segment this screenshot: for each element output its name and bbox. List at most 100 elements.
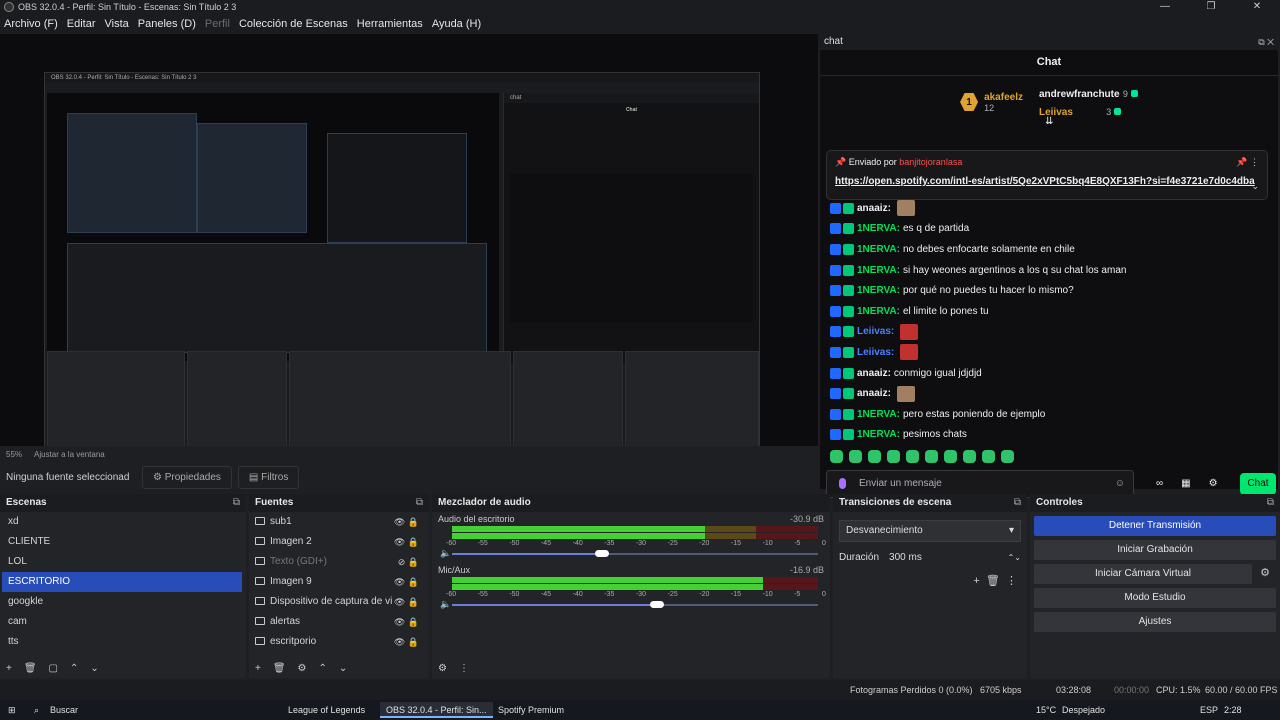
- chat-username[interactable]: 1NERVA:: [857, 429, 900, 440]
- source-item[interactable]: Texto (GDI+) ⊘ 🔒: [249, 552, 429, 572]
- visibility-lock-icons[interactable]: 👁 🔒: [394, 532, 419, 552]
- start-recording-button[interactable]: Iniciar Grabación: [1034, 540, 1276, 560]
- store-icon[interactable]: ▦: [1181, 478, 1190, 489]
- chat-username[interactable]: 1NERVA:: [857, 285, 900, 296]
- program-preview[interactable]: OBS 32.0.4 - Perfil: Sin Título - Escena…: [0, 34, 818, 478]
- properties-button[interactable]: ⚙ Propiedades: [142, 465, 232, 489]
- menu-editar[interactable]: Editar: [67, 18, 96, 30]
- visibility-lock-icons[interactable]: 👁 🔒: [394, 572, 419, 592]
- add-icon[interactable]: +: [255, 663, 261, 674]
- stop-stream-button[interactable]: Detener Transmisión: [1034, 516, 1276, 536]
- chat-username[interactable]: Leiivas:: [857, 347, 894, 358]
- source-item[interactable]: Dispositivo de captura de vi 👁 🔒: [249, 592, 429, 612]
- menu-perfil[interactable]: Perfil: [205, 18, 230, 30]
- gear-icon[interactable]: ⚙: [1260, 566, 1270, 579]
- weather-temp[interactable]: 15°C: [1036, 705, 1056, 715]
- taskbar-app-spotify[interactable]: Spotify Premium: [492, 702, 570, 718]
- dock-float-icon[interactable]: ⧉: [1267, 494, 1274, 512]
- emote-icon[interactable]: [963, 450, 976, 463]
- source-item[interactable]: alertas 👁 🔒: [249, 612, 429, 632]
- chat-username[interactable]: 1NERVA:: [857, 409, 900, 420]
- scene-item[interactable]: LOL: [2, 552, 242, 572]
- chat-send-button[interactable]: Chat: [1240, 473, 1276, 495]
- dock-float-icon[interactable]: ⧉: [1014, 494, 1021, 512]
- maximize-button[interactable]: ❐: [1188, 0, 1234, 14]
- scene-item-selected[interactable]: ESCRITORIO: [2, 572, 242, 592]
- collapse-icon[interactable]: ⇊: [1045, 116, 1053, 127]
- volume-slider[interactable]: [452, 550, 818, 557]
- menu-archivo[interactable]: Archivo (F): [4, 18, 58, 30]
- menu-coleccion[interactable]: Colección de Escenas: [239, 18, 348, 30]
- menu-paneles[interactable]: Paneles (D): [138, 18, 196, 30]
- taskbar-app-obs[interactable]: OBS 32.0.4 - Perfil: Sin...: [380, 702, 493, 718]
- close-button[interactable]: ✕: [1234, 0, 1280, 14]
- dock-float-icon[interactable]: ⧉: [233, 494, 240, 512]
- volume-slider[interactable]: [452, 601, 818, 608]
- source-item[interactable]: Imagen 9 👁 🔒: [249, 572, 429, 592]
- emote-icon[interactable]: [944, 450, 957, 463]
- language[interactable]: ESP: [1200, 705, 1218, 715]
- menu-ayuda[interactable]: Ayuda (H): [432, 18, 481, 30]
- scene-item[interactable]: googkle: [2, 592, 242, 612]
- source-item[interactable]: Imagen 2 👁 🔒: [249, 532, 429, 552]
- volume-knob[interactable]: [595, 550, 610, 557]
- menu-herramientas[interactable]: Herramientas: [357, 18, 423, 30]
- visibility-lock-icons[interactable]: 👁 🔒: [394, 592, 419, 612]
- points-icon[interactable]: ∞: [1156, 478, 1163, 489]
- taskbar-search[interactable]: Buscar: [50, 705, 78, 715]
- move-up-icon[interactable]: ⌃: [319, 663, 327, 674]
- studio-mode-button[interactable]: Modo Estudio: [1034, 588, 1276, 608]
- more-icon[interactable]: ⋮: [1006, 575, 1017, 587]
- dock-float-close-icons[interactable]: ⧉ ✕: [1258, 34, 1274, 50]
- add-icon[interactable]: +: [6, 663, 12, 674]
- chat-username[interactable]: 1NERVA:: [857, 244, 900, 255]
- volume-knob[interactable]: [649, 601, 664, 608]
- duration-input[interactable]: 300 ms: [889, 552, 922, 563]
- settings-button[interactable]: Ajustes: [1034, 612, 1276, 632]
- chat-username[interactable]: anaaiz:: [857, 203, 891, 214]
- transition-select[interactable]: Desvanecimiento ▾: [839, 520, 1021, 542]
- mixer-settings-icon[interactable]: ⚙: [438, 663, 447, 674]
- filters-button[interactable]: ▤ Filtros: [237, 465, 300, 489]
- chevron-down-icon[interactable]: ⌄: [1251, 181, 1259, 192]
- windows-start-icon[interactable]: ⊞: [8, 705, 16, 716]
- chat-username[interactable]: Leiivas:: [857, 326, 894, 337]
- add-icon[interactable]: +: [973, 575, 979, 587]
- chat-username[interactable]: 1NERVA:: [857, 223, 900, 234]
- dock-float-icon[interactable]: ⧉: [416, 494, 423, 512]
- gear-icon[interactable]: ⚙: [298, 663, 307, 674]
- emote-icon[interactable]: [849, 450, 862, 463]
- scene-item[interactable]: xd: [2, 512, 242, 532]
- visibility-lock-icons[interactable]: ⊘ 🔒: [398, 552, 419, 572]
- clock[interactable]: 2:28: [1224, 705, 1242, 715]
- source-item[interactable]: sub1 👁 🔒: [249, 512, 429, 532]
- minimize-button[interactable]: —: [1142, 0, 1188, 14]
- chat-username[interactable]: anaaiz:: [857, 368, 891, 379]
- chat-username[interactable]: 1NERVA:: [857, 306, 900, 317]
- trash-icon[interactable]: 🗑: [24, 663, 37, 674]
- emote-icon[interactable]: [1001, 450, 1014, 463]
- emote-icon[interactable]: [868, 450, 881, 463]
- chat-username[interactable]: 1NERVA:: [857, 265, 900, 276]
- speaker-icon[interactable]: 🔈: [440, 599, 451, 610]
- zoom-level[interactable]: 55%: [6, 450, 22, 459]
- pinned-link[interactable]: https://open.spotify.com/intl-es/artist/…: [835, 176, 1259, 187]
- speaker-icon[interactable]: 🔈: [440, 548, 451, 559]
- settings-icon[interactable]: ⚙: [1209, 478, 1218, 489]
- pin-icon[interactable]: 📌 ⋮: [1236, 157, 1259, 168]
- taskbar-app-league[interactable]: League of Legends: [282, 702, 371, 718]
- emote-icon[interactable]: [925, 450, 938, 463]
- visibility-lock-icons[interactable]: 👁 🔒: [394, 612, 419, 632]
- start-virtual-cam-button[interactable]: Iniciar Cámara Virtual: [1034, 564, 1252, 584]
- emote-icon[interactable]: [830, 450, 843, 463]
- fit-window[interactable]: Ajustar a la ventana: [34, 450, 105, 459]
- move-up-icon[interactable]: ⌃: [70, 663, 78, 674]
- menu-vista[interactable]: Vista: [105, 18, 129, 30]
- stepper-icon[interactable]: ⌃⌄: [1008, 553, 1021, 562]
- chat-username[interactable]: anaaiz:: [857, 388, 891, 399]
- trash-icon[interactable]: 🗑: [986, 575, 1000, 587]
- search-icon[interactable]: ⌕: [34, 705, 39, 716]
- filter-icon[interactable]: ▢: [49, 663, 58, 674]
- emote-icon[interactable]: [982, 450, 995, 463]
- move-down-icon[interactable]: ⌄: [90, 663, 98, 674]
